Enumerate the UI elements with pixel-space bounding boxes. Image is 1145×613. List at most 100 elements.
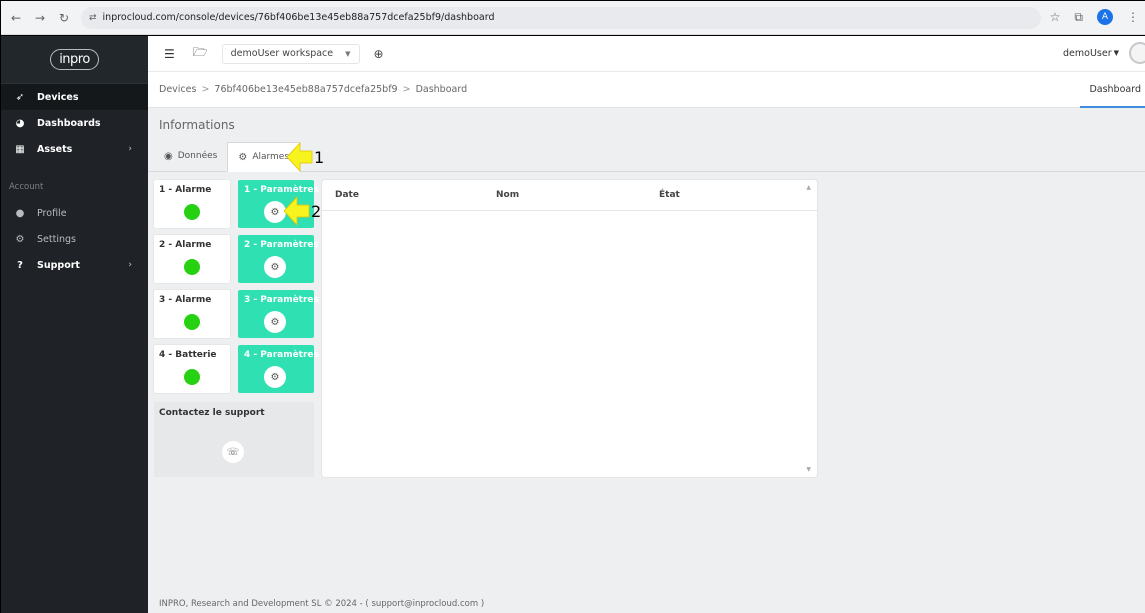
sidebar-section-label: Account	[9, 182, 44, 192]
alarm-card-1: 1 - Alarme	[154, 180, 230, 228]
alarms-table: Date Nom État ▲ ▼	[322, 180, 817, 477]
sidebar-item-dashboards[interactable]: ◕ Dashboards	[1, 110, 148, 136]
extensions-icon[interactable]: ⧉	[1074, 10, 1083, 25]
logo-text: inpro	[50, 49, 99, 70]
user-menu[interactable]: demoUser ▼	[1063, 42, 1145, 64]
sidebar-item-label: Support	[37, 259, 80, 271]
sidebar-item-label: Devices	[37, 91, 79, 103]
param-card-3[interactable]: 3 - Paramètres ⚙	[238, 290, 319, 338]
avatar[interactable]	[1129, 42, 1145, 64]
arrow-left-icon	[287, 142, 313, 172]
scroll-down-arrow-icon[interactable]: ▼	[806, 466, 811, 473]
scroll-up-arrow-icon[interactable]: ▲	[806, 184, 811, 191]
breadcrumb: Devices > 76bf406be13e45eb88a757dcefa25b…	[148, 71, 1145, 108]
param-card-4[interactable]: 4 - Paramètres ⚙	[238, 345, 319, 393]
browser-toolbar: ← → ↻ ⇄ inprocloud.com/console/devices/7…	[1, 1, 1145, 35]
building-icon: ▦	[15, 143, 25, 155]
forward-icon[interactable]: →	[31, 9, 49, 27]
param-card-label: 4 - Paramètres	[244, 350, 319, 360]
breadcrumb-separator: >	[402, 84, 411, 95]
annotation-arrow-2: 2	[284, 196, 321, 226]
chevron-right-icon: ›	[128, 144, 132, 154]
database-icon: ◉	[164, 150, 173, 162]
browser-profile-avatar[interactable]: A	[1097, 9, 1113, 25]
param-card-label: 3 - Paramètres	[244, 295, 319, 305]
site-info-icon[interactable]: ⇄	[89, 13, 97, 23]
cogs-icon: ⚙	[15, 233, 25, 245]
tab-dashboard[interactable]: Dashboard	[1080, 72, 1145, 108]
sidebar-item-label: Settings	[37, 233, 76, 245]
add-workspace-icon[interactable]: ⊕	[374, 47, 384, 61]
user-icon: ●	[15, 207, 25, 219]
folder-icon[interactable]: 🗁	[193, 43, 208, 64]
footer: INPRO, Research and Development SL © 202…	[159, 599, 485, 609]
tab-dashboard-label: Dashboard	[1089, 83, 1141, 95]
chevron-right-icon: ›	[128, 260, 132, 270]
breadcrumb-separator: >	[201, 84, 210, 95]
breadcrumb-item-device-id[interactable]: 76bf406be13e45eb88a757dcefa25bf9	[214, 84, 397, 95]
alarm-card-label: 4 - Batterie	[159, 350, 217, 360]
column-header-date[interactable]: Date	[335, 190, 359, 200]
sidebar-item-support[interactable]: ? Support ›	[1, 252, 148, 278]
address-bar[interactable]: ⇄ inprocloud.com/console/devices/76bf406…	[81, 6, 1041, 29]
settings-gear-button[interactable]: ⚙	[264, 366, 286, 388]
alarm-card-label: 1 - Alarme	[159, 185, 212, 195]
question-icon: ?	[17, 259, 23, 271]
sidebar-item-profile[interactable]: ● Profile	[1, 200, 148, 226]
tab-label: Alarmes	[252, 152, 290, 162]
page-title: Informations	[148, 107, 1145, 141]
reload-icon[interactable]: ↻	[55, 9, 73, 27]
browser-menu-icon[interactable]: ⋮	[1127, 10, 1139, 24]
alarm-card-2: 2 - Alarme	[154, 235, 230, 283]
workspace-select-value: demoUser workspace	[230, 48, 334, 59]
sidebar-item-settings[interactable]: ⚙ Settings	[1, 226, 148, 252]
sidebar-item-label: Profile	[37, 207, 67, 219]
alarm-card-label: 2 - Alarme	[159, 240, 212, 250]
support-card: Contactez le support ☏	[154, 402, 314, 477]
rocket-icon: ➶	[15, 91, 25, 103]
alarm-card-3: 3 - Alarme	[154, 290, 230, 338]
annotation-number: 2	[311, 201, 322, 221]
url-text: inprocloud.com/console/devices/76bf406be…	[102, 12, 495, 23]
status-led	[184, 369, 200, 385]
top-bar: ☰ 🗁 demoUser workspace ▼ ⊕ demoUser ▼	[148, 36, 1145, 71]
settings-gear-button[interactable]: ⚙	[264, 201, 286, 223]
arrow-left-icon	[284, 196, 310, 226]
sidebar-item-assets[interactable]: ▦ Assets ›	[1, 136, 148, 162]
caret-down-icon: ▼	[1113, 49, 1119, 57]
sidebar-item-devices[interactable]: ➶ Devices	[1, 84, 148, 110]
status-led	[184, 314, 200, 330]
param-card-2[interactable]: 2 - Paramètres ⚙	[238, 235, 319, 283]
sidebar-toggle-icon[interactable]: ☰	[164, 47, 175, 61]
caret-down-icon: ▼	[345, 49, 351, 58]
status-led	[184, 204, 200, 220]
logo[interactable]: inpro	[1, 36, 148, 84]
settings-gear-button[interactable]: ⚙	[264, 256, 286, 278]
annotation-number: 1	[314, 147, 325, 167]
headset-icon[interactable]: ☏	[222, 441, 244, 463]
column-header-nom[interactable]: Nom	[496, 190, 519, 200]
gear-icon: ⚙	[238, 151, 248, 163]
tab-donnees[interactable]: ◉ Données	[154, 141, 227, 171]
param-card-label: 1 - Paramètres	[244, 185, 319, 195]
user-name: demoUser	[1063, 47, 1112, 59]
table-header: Date Nom État	[322, 180, 817, 211]
dashboard-icon: ◕	[15, 117, 25, 129]
tab-label: Données	[177, 151, 218, 161]
workspace-select[interactable]: demoUser workspace ▼	[221, 43, 360, 64]
alarm-card-4: 4 - Batterie	[154, 345, 230, 393]
sidebar-item-label: Assets	[37, 143, 73, 155]
support-card-label: Contactez le support	[159, 408, 265, 418]
status-led	[184, 259, 200, 275]
sidebar-item-label: Dashboards	[37, 117, 101, 129]
settings-gear-button[interactable]: ⚙	[264, 311, 286, 333]
alarm-card-label: 3 - Alarme	[159, 295, 212, 305]
sidebar: inpro ➶ Devices ◕ Dashboards ▦ Assets › …	[1, 36, 148, 613]
breadcrumb-item-dashboard: Dashboard	[415, 84, 468, 95]
column-header-etat[interactable]: État	[659, 190, 680, 200]
back-icon[interactable]: ←	[7, 9, 25, 27]
breadcrumb-item-devices[interactable]: Devices	[159, 84, 196, 95]
bookmark-star-icon[interactable]: ☆	[1050, 10, 1061, 24]
param-card-label: 2 - Paramètres	[244, 240, 319, 250]
annotation-arrow-1: 1	[287, 142, 324, 172]
